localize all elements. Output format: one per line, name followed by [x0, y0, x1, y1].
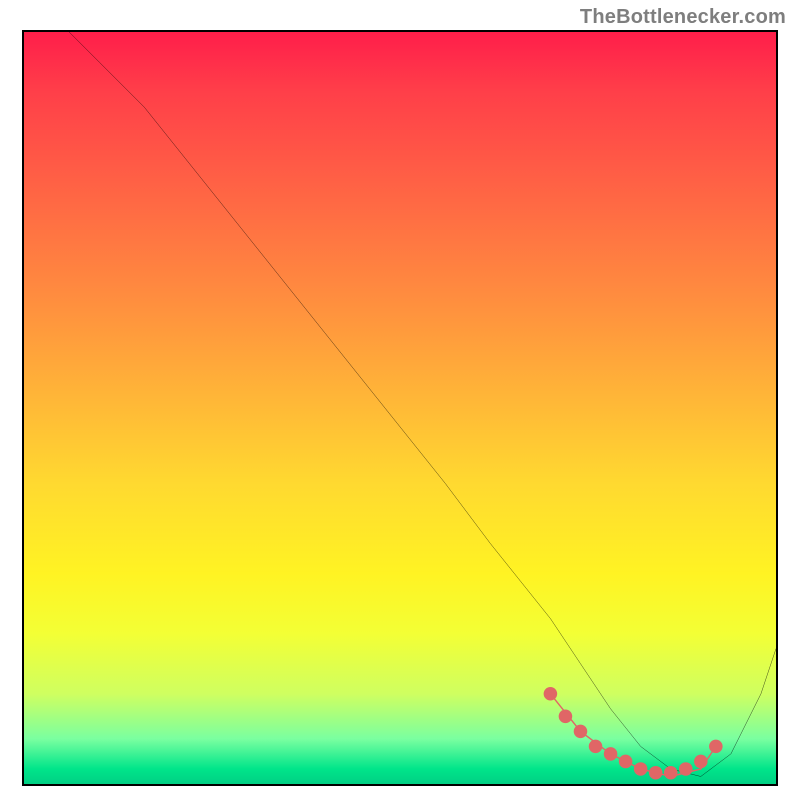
- chart-stage: TheBottlenecker.com: [0, 0, 800, 800]
- highlight-dot: [589, 740, 603, 754]
- highlight-dot: [709, 740, 723, 754]
- highlight-dot: [574, 725, 588, 739]
- highlight-dot: [619, 755, 633, 769]
- highlight-dot: [634, 762, 648, 776]
- plot-area: [22, 30, 778, 786]
- attribution-text: TheBottlenecker.com: [580, 6, 786, 29]
- highlight-dot: [664, 766, 678, 780]
- highlight-dot: [559, 710, 573, 724]
- chart-overlay: [24, 32, 776, 784]
- highlight-dot: [544, 687, 558, 701]
- bottleneck-curve-line: [69, 32, 776, 776]
- highlight-dot: [649, 766, 663, 780]
- highlight-dot: [679, 762, 693, 776]
- highlight-dot: [604, 747, 618, 761]
- highlight-dot: [694, 755, 708, 769]
